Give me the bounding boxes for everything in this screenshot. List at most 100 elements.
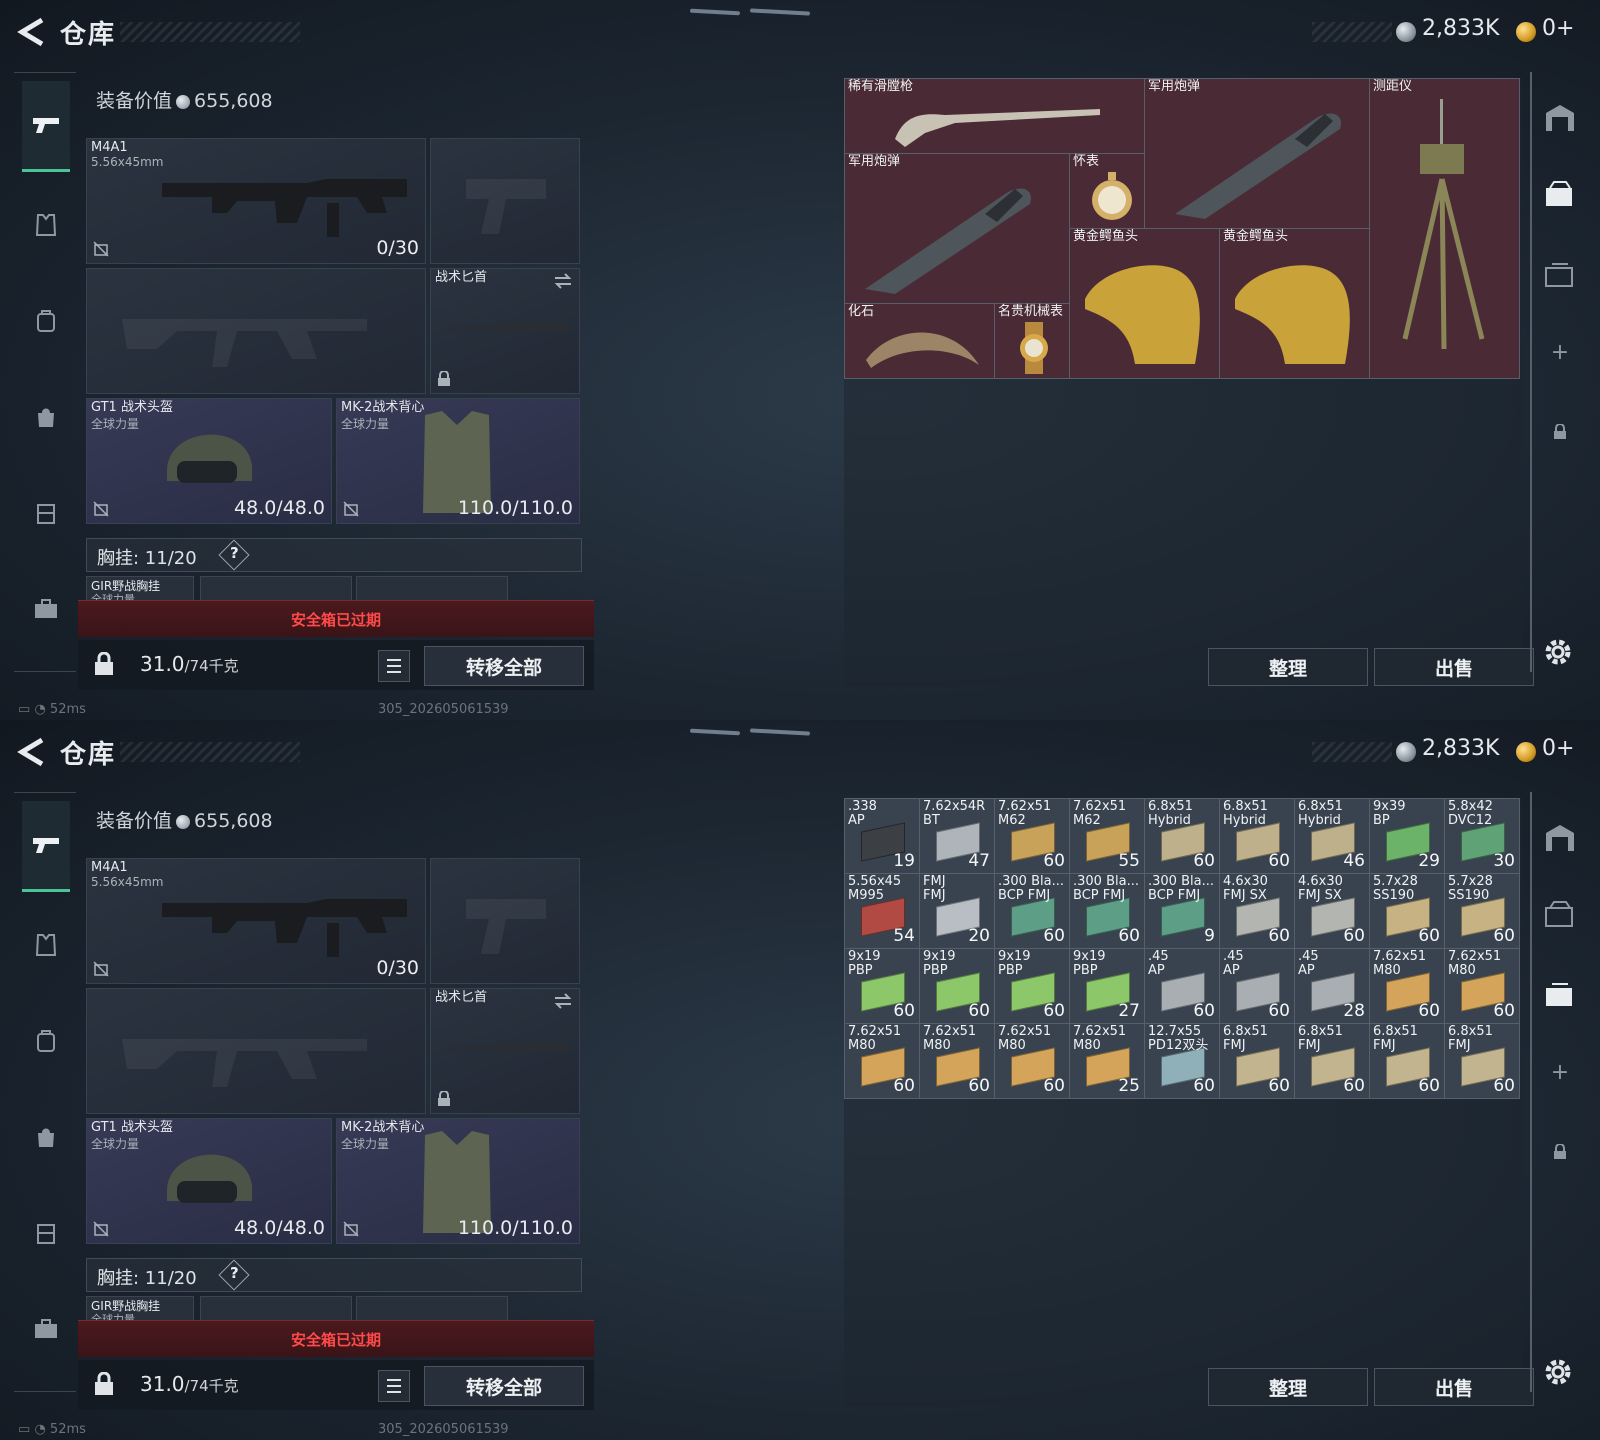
- ammo-cell[interactable]: 7.62x51 M80 60: [845, 1024, 919, 1098]
- add-tab-button[interactable]: +: [1540, 1052, 1580, 1092]
- ammo-cell[interactable]: .45 AP 28: [1295, 949, 1369, 1023]
- add-tab-button[interactable]: +: [1540, 332, 1580, 372]
- nav-weapons[interactable]: [22, 801, 70, 892]
- grid-item-artillery-shell[interactable]: 军用炮弹: [845, 154, 1069, 303]
- gold-balance[interactable]: 0+: [1542, 736, 1574, 761]
- grid-item-artillery-shell[interactable]: 军用炮弹: [1145, 79, 1369, 228]
- sell-button[interactable]: 出售: [1374, 1368, 1534, 1406]
- chest-rig-bar[interactable]: 胸挂: 11/20 ?: [86, 1258, 582, 1292]
- helmet-slot[interactable]: GT1 战术头盔 全球力量 48.0/48.0: [86, 398, 332, 524]
- ammo-cell[interactable]: .300 Bla... BCP FMJ 60: [1070, 874, 1144, 948]
- ammo-cell[interactable]: 5.56x45 M995 54: [845, 874, 919, 948]
- melee-slot[interactable]: 战术匕首: [430, 988, 580, 1114]
- ammo-cell[interactable]: 6.8x51 Hybrid 46: [1295, 799, 1369, 873]
- ammo-cell[interactable]: 7.62x54R BT 47: [920, 799, 994, 873]
- sort-button[interactable]: 整理: [1208, 1368, 1368, 1406]
- safe-box-expired-banner[interactable]: 安全箱已过期: [78, 1320, 594, 1357]
- ammo-cell[interactable]: 7.62x51 M80 25: [1070, 1024, 1144, 1098]
- safe-box-expired-banner[interactable]: 安全箱已过期: [78, 600, 594, 637]
- back-arrow-icon[interactable]: [16, 16, 46, 48]
- nav-toolbox[interactable]: [22, 585, 70, 633]
- back-arrow-icon[interactable]: [16, 736, 46, 768]
- gear-icon[interactable]: [1542, 636, 1574, 668]
- ammo-cell[interactable]: 9x19 PBP 60: [995, 949, 1069, 1023]
- ammo-cell[interactable]: 5.8x42 DVC12 30: [1445, 799, 1519, 873]
- ammo-cell[interactable]: 7.62x51 M80 60: [995, 1024, 1069, 1098]
- ammo-cell[interactable]: 9x19 PBP 60: [920, 949, 994, 1023]
- nav-containers[interactable]: [22, 489, 70, 537]
- sort-button[interactable]: 整理: [1208, 648, 1368, 686]
- list-view-button[interactable]: [378, 650, 410, 682]
- transfer-all-button[interactable]: 转移全部: [424, 646, 584, 686]
- secondary-weapon-slot[interactable]: [86, 268, 426, 394]
- grid-item-luxury-watch[interactable]: 名贵机械表: [995, 304, 1069, 378]
- ammo-cell[interactable]: 5.7x28 SS190 60: [1370, 874, 1444, 948]
- ammo-cell[interactable]: 6.8x51 FMJ 60: [1370, 1024, 1444, 1098]
- tab-storage-room[interactable]: [1540, 98, 1580, 138]
- primary-weapon-slot[interactable]: M4A1 5.56x45mm 0/30: [86, 858, 426, 984]
- ammo-cell[interactable]: 6.8x51 Hybrid 60: [1145, 799, 1219, 873]
- secondary-weapon-slot[interactable]: [86, 988, 426, 1114]
- nav-medical[interactable]: [22, 393, 70, 441]
- tab-storage-room[interactable]: [1540, 818, 1580, 858]
- chest-rig-bar[interactable]: 胸挂: 11/20 ?: [86, 538, 582, 572]
- ammo-cell[interactable]: 6.8x51 FMJ 60: [1220, 1024, 1294, 1098]
- nav-backpack[interactable]: [22, 1017, 70, 1065]
- tab-valuables[interactable]: [1540, 894, 1580, 934]
- ammo-cell[interactable]: 7.62x51 M80 60: [920, 1024, 994, 1098]
- ammo-cell[interactable]: .45 AP 60: [1220, 949, 1294, 1023]
- primary-weapon-slot[interactable]: M4A1 5.56x45mm 0/30: [86, 138, 426, 264]
- chest-rig-slot[interactable]: [200, 576, 352, 602]
- chest-rig-slot[interactable]: GIR野战胸挂 全球力量: [86, 576, 194, 606]
- ammo-cell[interactable]: 7.62x51 M62 55: [1070, 799, 1144, 873]
- ammo-cell[interactable]: 9x39 BP 29: [1370, 799, 1444, 873]
- nav-weapons[interactable]: [22, 81, 70, 172]
- ammo-cell[interactable]: 7.62x51 M62 60: [995, 799, 1069, 873]
- list-view-button[interactable]: [378, 1370, 410, 1402]
- pistol-slot[interactable]: [430, 138, 580, 264]
- ammo-cell[interactable]: 12.7x55 PD12双头 60: [1145, 1024, 1219, 1098]
- vest-slot[interactable]: MK-2战术背心 全球力量 110.0/110.0: [336, 1118, 580, 1244]
- nav-armor[interactable]: [22, 921, 70, 969]
- sell-button[interactable]: 出售: [1374, 648, 1534, 686]
- locked-tab[interactable]: [1540, 412, 1580, 452]
- ammo-cell[interactable]: 9x19 PBP 27: [1070, 949, 1144, 1023]
- nav-medical[interactable]: [22, 1113, 70, 1161]
- ammo-cell[interactable]: 7.62x51 M80 60: [1370, 949, 1444, 1023]
- ammo-cell[interactable]: 5.7x28 SS190 60: [1445, 874, 1519, 948]
- grid-item-golden-croc-head[interactable]: 黄金鳄鱼头: [1220, 229, 1369, 378]
- ammo-cell[interactable]: 6.8x51 Hybrid 60: [1220, 799, 1294, 873]
- chest-rig-slot[interactable]: [356, 576, 508, 602]
- tab-ammo[interactable]: [1540, 254, 1580, 294]
- ammo-cell[interactable]: 7.62x51 M80 60: [1445, 949, 1519, 1023]
- chest-rig-slot[interactable]: [200, 1296, 352, 1322]
- gear-icon[interactable]: [1542, 1356, 1574, 1388]
- helmet-slot[interactable]: GT1 战术头盔 全球力量 48.0/48.0: [86, 1118, 332, 1244]
- ammo-cell[interactable]: .300 Bla... BCP FMJ 9: [1145, 874, 1219, 948]
- nav-armor[interactable]: [22, 201, 70, 249]
- gold-balance[interactable]: 0+: [1542, 16, 1574, 41]
- grid-item-fossil[interactable]: 化石: [845, 304, 994, 378]
- swap-icon[interactable]: [553, 993, 573, 1009]
- ammo-cell[interactable]: .45 AP 60: [1145, 949, 1219, 1023]
- locked-tab[interactable]: [1540, 1132, 1580, 1172]
- ammo-cell[interactable]: 4.6x30 FMJ SX 60: [1295, 874, 1369, 948]
- ammo-cell[interactable]: 4.6x30 FMJ SX 60: [1220, 874, 1294, 948]
- tab-ammo[interactable]: [1540, 974, 1580, 1014]
- nav-backpack[interactable]: [22, 297, 70, 345]
- transfer-all-button[interactable]: 转移全部: [424, 1366, 584, 1406]
- grid-item-pocket-watch[interactable]: 怀表: [1070, 154, 1144, 228]
- grid-item-musket[interactable]: 稀有滑膛枪: [845, 79, 1144, 153]
- ammo-cell[interactable]: 9x19 PBP 60: [845, 949, 919, 1023]
- chest-rig-slot[interactable]: GIR野战胸挂 全球力量: [86, 1296, 194, 1326]
- nav-containers[interactable]: [22, 1209, 70, 1257]
- nav-toolbox[interactable]: [22, 1305, 70, 1353]
- swap-icon[interactable]: [553, 273, 573, 289]
- grid-item-rangefinder[interactable]: 测距仪: [1370, 79, 1519, 378]
- ammo-cell[interactable]: 6.8x51 FMJ 60: [1295, 1024, 1369, 1098]
- ammo-cell[interactable]: .300 Bla... BCP FMJ 60: [995, 874, 1069, 948]
- ammo-cell[interactable]: 6.8x51 FMJ 60: [1445, 1024, 1519, 1098]
- grid-item-golden-croc-head[interactable]: 黄金鳄鱼头: [1070, 229, 1219, 378]
- vest-slot[interactable]: MK-2战术背心 全球力量 110.0/110.0: [336, 398, 580, 524]
- melee-slot[interactable]: 战术匕首: [430, 268, 580, 394]
